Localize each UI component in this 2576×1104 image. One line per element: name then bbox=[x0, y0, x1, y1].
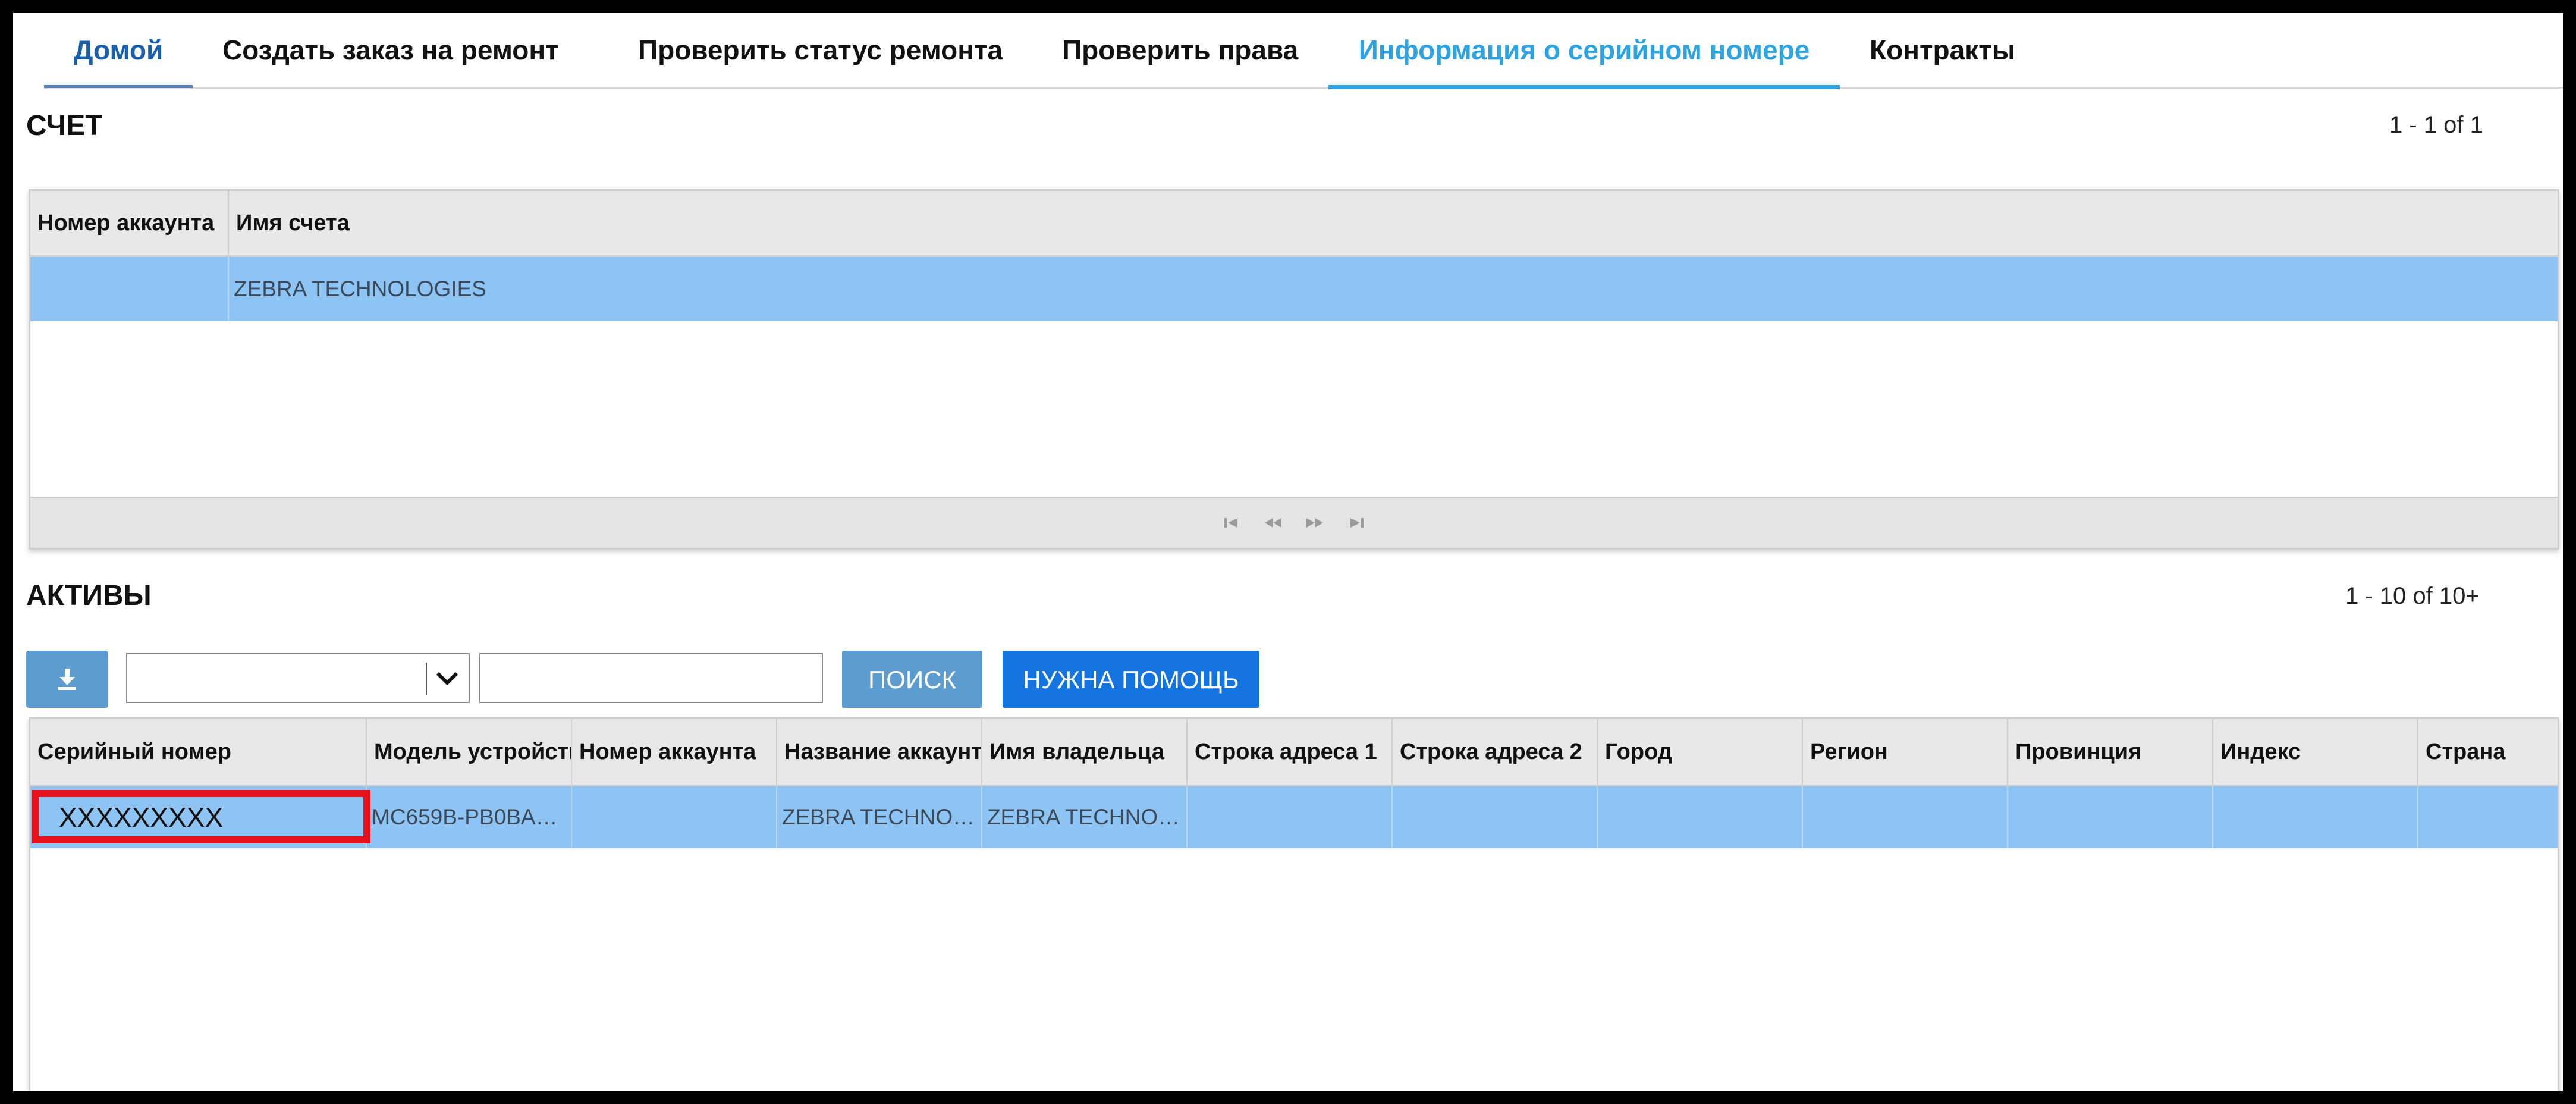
download-icon bbox=[58, 669, 76, 690]
cell-address-line-1 bbox=[1188, 786, 1393, 848]
column-header-serial-number[interactable]: Серийный номер bbox=[30, 719, 367, 785]
previous-page-icon[interactable] bbox=[1261, 513, 1285, 532]
accounts-section-title: СЧЕТ bbox=[26, 110, 103, 142]
assets-section-title: АКТИВЫ bbox=[26, 580, 152, 611]
column-header-owner-name[interactable]: Имя владельца bbox=[982, 719, 1188, 785]
cell-device-model: MC659B-PB0BA… bbox=[367, 786, 572, 848]
next-page-icon[interactable] bbox=[1303, 513, 1327, 532]
tab-check-entitlement[interactable]: Проверить права bbox=[1062, 13, 1298, 85]
column-header-account-name[interactable]: Название аккаунта bbox=[777, 719, 982, 785]
assets-grid-header: Серийный номер Модель устройства Номер а… bbox=[30, 719, 2558, 786]
search-input[interactable] bbox=[479, 653, 823, 703]
cell-address-line-2 bbox=[1393, 786, 1598, 848]
tab-contracts[interactable]: Контракты bbox=[1870, 13, 2015, 85]
cell-account-name: ZEBRA TECHNOLOGIES bbox=[234, 277, 486, 301]
chevron-down-icon[interactable] bbox=[434, 667, 460, 689]
search-button[interactable]: ПОИСК bbox=[842, 651, 982, 708]
column-header-device-model[interactable]: Модель устройства bbox=[367, 719, 572, 785]
column-header-account-name[interactable]: Имя счета bbox=[229, 191, 2558, 255]
tab-create-repair-order[interactable]: Создать заказ на ремонт bbox=[222, 13, 559, 85]
cell-account-name: ZEBRA TECHNO… bbox=[777, 786, 982, 848]
cell-region bbox=[1803, 786, 2008, 848]
cell-account-number bbox=[572, 786, 777, 848]
accounts-grid-header: Номер аккаунта Имя счета bbox=[30, 191, 2558, 257]
column-header-region[interactable]: Регион bbox=[1803, 719, 2008, 785]
accounts-grid: Номер аккаунта Имя счета ZEBRA TECHNOLOG… bbox=[29, 189, 2559, 550]
first-page-icon[interactable] bbox=[1220, 513, 1243, 532]
cell-country bbox=[2418, 786, 2558, 848]
serial-number-highlight bbox=[32, 790, 370, 843]
cell-city bbox=[1598, 786, 1803, 848]
tab-serial-number-info[interactable]: Информация о серийном номере bbox=[1328, 13, 1840, 89]
table-row[interactable]: ZEBRA TECHNOLOGIES bbox=[30, 257, 2558, 321]
need-help-button[interactable]: НУЖНА ПОМОЩЬ bbox=[1003, 651, 1259, 708]
accounts-pager bbox=[30, 497, 2558, 548]
column-header-address-line-1[interactable]: Строка адреса 1 bbox=[1188, 719, 1393, 785]
column-header-address-line-2[interactable]: Строка адреса 2 bbox=[1393, 719, 1598, 785]
cell-owner-name: ZEBRA TECHNO… bbox=[982, 786, 1188, 848]
assets-range: 1 - 10 of 10+ bbox=[2345, 583, 2480, 609]
tab-home[interactable]: Домой bbox=[44, 13, 193, 88]
cell-account-number bbox=[30, 257, 229, 321]
column-header-country[interactable]: Страна bbox=[2418, 719, 2558, 785]
cell-province bbox=[2008, 786, 2213, 848]
download-button[interactable] bbox=[26, 651, 108, 708]
column-header-account-number[interactable]: Номер аккаунта bbox=[30, 191, 229, 255]
tab-check-repair-status[interactable]: Проверить статус ремонта bbox=[638, 13, 1003, 85]
cell-zip bbox=[2213, 786, 2418, 848]
column-header-city[interactable]: Город bbox=[1598, 719, 1803, 785]
assets-grid: Серийный номер Модель устройства Номер а… bbox=[29, 717, 2559, 1091]
select-divider bbox=[426, 663, 427, 695]
table-row[interactable]: XXXXXXXXX MC659B-PB0BA… ZEBRA TECHNO… ZE… bbox=[30, 786, 2558, 848]
filter-select[interactable] bbox=[126, 653, 470, 703]
last-page-icon[interactable] bbox=[1344, 513, 1368, 532]
column-header-province[interactable]: Провинция bbox=[2008, 719, 2213, 785]
accounts-range: 1 - 1 of 1 bbox=[2389, 112, 2483, 138]
app-window: Домой Создать заказ на ремонт Проверить … bbox=[0, 0, 2576, 1104]
column-header-zip[interactable]: Индекс bbox=[2213, 719, 2418, 785]
column-header-account-number[interactable]: Номер аккаунта bbox=[572, 719, 777, 785]
tab-bar: Домой Создать заказ на ремонт Проверить … bbox=[44, 13, 2563, 89]
